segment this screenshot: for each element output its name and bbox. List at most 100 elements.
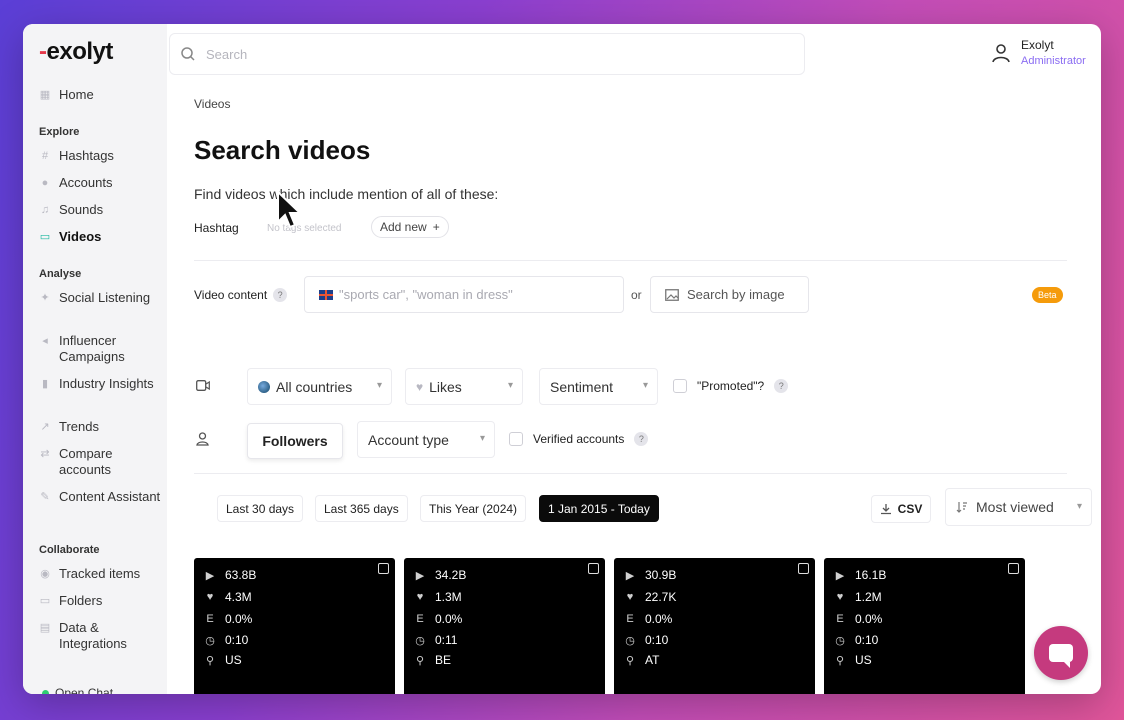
video-stat-likes: ♥ 22.7K xyxy=(624,590,677,604)
chevron-down-icon: ▾ xyxy=(1076,501,1082,512)
sort-icon xyxy=(956,502,967,513)
sparkle-icon: ✦ xyxy=(40,292,50,304)
download-icon xyxy=(880,504,891,515)
chat-icon xyxy=(1049,644,1073,668)
video-stat-country: ⚲ BE xyxy=(415,653,452,667)
help-icon[interactable]: ? xyxy=(774,379,789,393)
divider xyxy=(194,473,1067,474)
sidebar-item-sounds[interactable]: ♫ Sounds xyxy=(39,202,163,218)
compare-icon: ⇄ xyxy=(40,448,50,460)
video-stat-likes: ♥ 1.3M xyxy=(414,590,462,604)
clock-icon: ◷ xyxy=(205,634,215,647)
promoted-checkbox[interactable] xyxy=(673,379,687,393)
sidebar-item-influencer-campaigns[interactable]: ◂ Influencer Campaigns xyxy=(39,333,163,365)
sidebar-item-accounts[interactable]: ● Accounts xyxy=(39,175,163,191)
location-pin-icon: ⚲ xyxy=(835,654,845,667)
grid-icon: ▦ xyxy=(39,89,51,101)
followers-filter-button[interactable]: Followers xyxy=(247,423,343,459)
sidebar-item-videos[interactable]: ▭ Videos xyxy=(39,229,163,245)
chevron-down-icon: ▾ xyxy=(642,380,648,391)
video-icon: ▭ xyxy=(39,231,51,243)
sidebar-item-hashtags[interactable]: # Hashtags xyxy=(39,148,163,164)
logo[interactable]: -exolyt xyxy=(39,38,113,66)
divider xyxy=(194,260,1067,261)
help-icon[interactable]: ? xyxy=(634,432,649,446)
video-stat-engagement: E 0.0% xyxy=(204,612,252,626)
user-menu[interactable]: Exolyt Administrator xyxy=(991,38,1086,67)
verified-filter[interactable]: Verified accounts ? xyxy=(509,432,649,446)
engagement-icon: E xyxy=(626,613,634,625)
video-camera-icon xyxy=(196,379,210,394)
video-card[interactable]: ▶ 63.8B ♥ 4.3M E 0.0% ◷ 0:10 ⚲ US xyxy=(194,558,395,694)
countries-select[interactable]: All countries ▾ xyxy=(247,368,392,405)
sidebar-item-tracked-items[interactable]: ◉ Tracked items xyxy=(39,566,163,582)
engagement-icon: E xyxy=(416,613,424,625)
help-icon[interactable]: ? xyxy=(273,288,288,302)
video-stat-duration: ◷ 0:10 xyxy=(835,633,879,647)
sidebar-item-content-assistant[interactable]: ✎ Content Assistant xyxy=(39,489,163,505)
sidebar: -exolyt ▦ Home Explore # Hashtags ● Acco… xyxy=(23,24,167,694)
open-external-icon[interactable] xyxy=(588,563,599,574)
sidebar-item-home[interactable]: ▦ Home xyxy=(39,87,163,103)
open-external-icon[interactable] xyxy=(1008,563,1019,574)
video-card[interactable]: ▶ 34.2B ♥ 1.3M E 0.0% ◷ 0:11 ⚲ BE xyxy=(404,558,605,694)
bar-chart-icon: ▮ xyxy=(41,378,49,390)
csv-export-button[interactable]: CSV xyxy=(871,495,931,523)
sidebar-item-data-integrations[interactable]: ▤ Data & Integrations xyxy=(39,620,163,652)
main-content: Videos Search videos Find videos which i… xyxy=(167,82,1101,694)
hash-icon: # xyxy=(41,150,49,162)
video-content-input[interactable]: "sports car", "woman in dress" xyxy=(304,276,624,313)
sidebar-item-industry-insights[interactable]: ▮ Industry Insights xyxy=(39,376,163,392)
heart-icon: ♥ xyxy=(626,591,634,603)
open-chat-link[interactable]: Open Chat xyxy=(42,686,113,694)
megaphone-icon: ◂ xyxy=(42,335,48,347)
video-card[interactable]: ▶ 16.1B ♥ 1.2M E 0.0% ◷ 0:10 ⚲ US xyxy=(824,558,1025,694)
heart-icon: ♥ xyxy=(416,379,424,394)
sort-select[interactable]: Most viewed ▾ xyxy=(945,488,1092,526)
likes-select[interactable]: ♥ Likes ▾ xyxy=(405,368,523,405)
engagement-icon: E xyxy=(206,613,214,625)
play-icon: ▶ xyxy=(205,569,215,582)
play-icon: ▶ xyxy=(625,569,635,582)
heart-icon: ♥ xyxy=(416,591,424,603)
open-external-icon[interactable] xyxy=(378,563,389,574)
open-external-icon[interactable] xyxy=(798,563,809,574)
target-icon: ◉ xyxy=(40,568,50,580)
search-icon xyxy=(181,47,195,61)
chevron-down-icon: ▾ xyxy=(507,380,513,391)
verified-checkbox[interactable] xyxy=(509,432,523,446)
engagement-icon: E xyxy=(836,613,844,625)
video-stat-likes: ♥ 4.3M xyxy=(204,590,252,604)
music-icon: ♫ xyxy=(40,204,50,216)
chat-widget-button[interactable] xyxy=(1034,626,1088,680)
video-stat-views: ▶ 16.1B xyxy=(835,568,887,582)
sentiment-select[interactable]: Sentiment ▾ xyxy=(539,368,658,405)
global-search[interactable] xyxy=(169,33,805,75)
breadcrumb[interactable]: Videos xyxy=(194,97,230,111)
date-range-all-time[interactable]: 1 Jan 2015 - Today xyxy=(539,495,659,522)
user-name: Exolyt xyxy=(1021,38,1054,52)
promoted-filter[interactable]: "Promoted"? ? xyxy=(673,379,789,393)
online-status-icon xyxy=(42,689,49,694)
date-range-this-year[interactable]: This Year (2024) xyxy=(420,495,527,522)
search-by-image-button[interactable]: Search by image xyxy=(650,276,809,313)
video-stat-views: ▶ 30.9B xyxy=(625,568,677,582)
date-range-last-365-days[interactable]: Last 365 days xyxy=(315,495,408,522)
date-range-last-30-days[interactable]: Last 30 days xyxy=(217,495,304,522)
search-input[interactable] xyxy=(206,46,766,62)
sidebar-item-trends[interactable]: ↗ Trends xyxy=(39,419,163,435)
video-stat-country: ⚲ AT xyxy=(625,653,660,667)
wand-icon: ✎ xyxy=(40,491,50,503)
add-hashtag-button[interactable]: Add new + xyxy=(371,216,449,238)
sidebar-item-folders[interactable]: ▭ Folders xyxy=(39,593,163,609)
sidebar-item-compare-accounts[interactable]: ⇄ Compare accounts xyxy=(39,446,163,478)
heart-icon: ♥ xyxy=(206,591,214,603)
sidebar-item-social-listening[interactable]: ✦ Social Listening xyxy=(39,290,163,306)
video-card[interactable]: ▶ 30.9B ♥ 22.7K E 0.0% ◷ 0:10 ⚲ AT xyxy=(614,558,815,694)
globe-icon xyxy=(258,380,270,393)
account-type-select[interactable]: Account type ▾ xyxy=(357,421,495,458)
clock-icon: ◷ xyxy=(415,634,425,647)
section-collaborate: Collaborate xyxy=(39,544,100,556)
video-content-label: Video content ? xyxy=(194,288,288,302)
database-icon: ▤ xyxy=(39,622,51,634)
